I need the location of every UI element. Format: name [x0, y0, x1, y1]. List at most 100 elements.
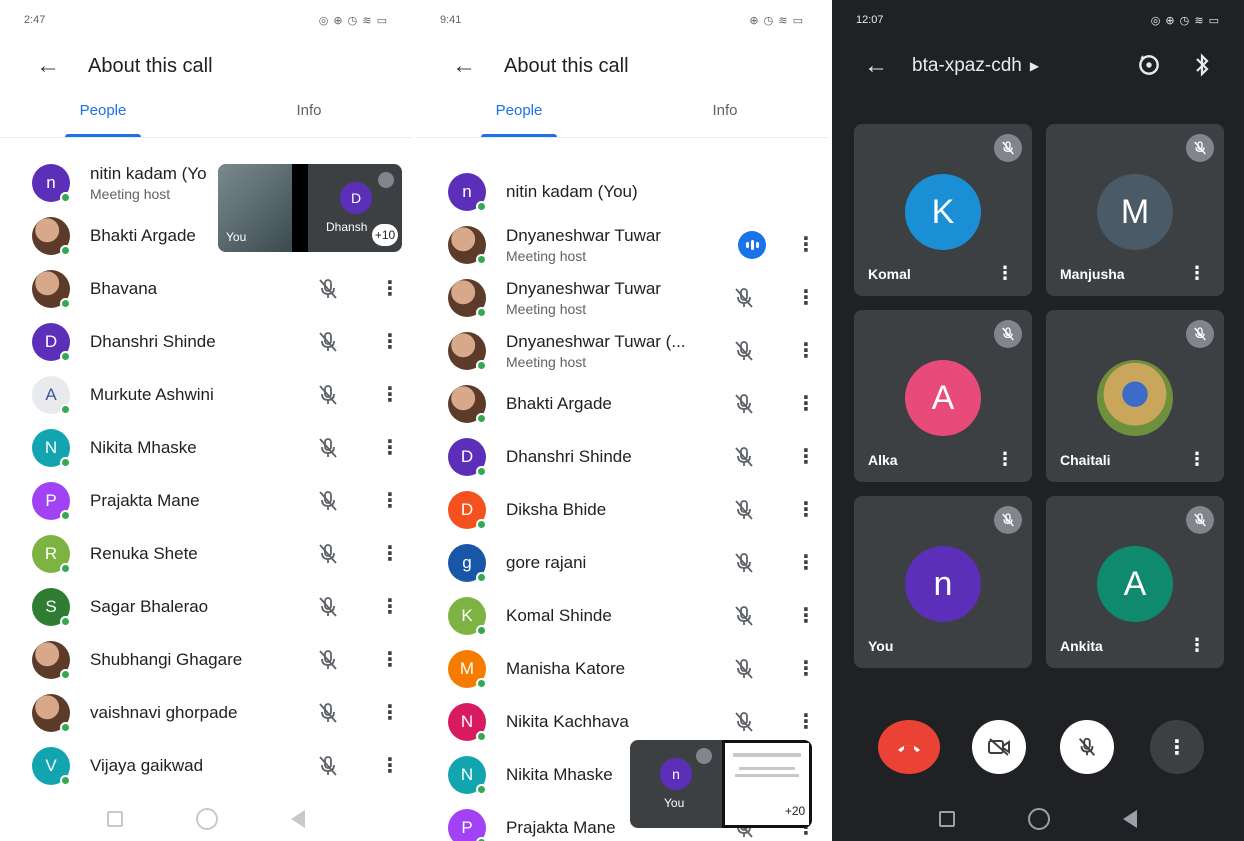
camera-toggle-button[interactable] — [972, 720, 1026, 774]
mic-off-icon[interactable] — [732, 286, 756, 310]
mic-off-icon[interactable] — [732, 445, 756, 469]
more-options-icon[interactable]: ⋮ — [380, 650, 400, 670]
switch-camera-icon[interactable] — [1136, 52, 1162, 78]
participant-tile[interactable]: Chaitali ⋮ — [1046, 310, 1224, 482]
avatar-initial: g — [462, 552, 472, 572]
bluetooth-icon[interactable] — [1192, 53, 1212, 77]
tab-people[interactable]: People — [0, 92, 206, 137]
picture-in-picture[interactable]: n You +20 — [630, 740, 812, 828]
avatar-initial: N — [460, 764, 474, 784]
tab-people[interactable]: People — [416, 92, 622, 137]
tab-info[interactable]: Info — [622, 92, 828, 137]
mic-off-icon[interactable] — [732, 710, 756, 734]
more-options-icon[interactable]: ⋮ — [380, 597, 400, 617]
mic-off-icon[interactable] — [316, 754, 340, 778]
more-options-icon[interactable]: ⋮ — [380, 491, 400, 511]
avatar: N — [448, 755, 487, 795]
mic-off-icon[interactable] — [316, 595, 340, 619]
participant-row[interactable]: Shubhangi Ghagare ⋮ — [0, 633, 412, 686]
participant-row[interactable]: V Vijaya gaikwad ⋮ — [0, 739, 412, 792]
participant-row[interactable]: D Dhanshri Shinde ⋮ — [416, 430, 828, 483]
participant-tile[interactable]: K Komal ⋮ — [854, 124, 1032, 296]
tab-bar: People Info — [416, 92, 828, 138]
mic-off-icon[interactable] — [316, 648, 340, 672]
back-arrow-icon[interactable]: ← — [452, 52, 504, 80]
back-nav-icon[interactable] — [291, 810, 306, 828]
more-options-icon[interactable]: ⋮ — [380, 385, 400, 405]
pip-participant-label: Dhansh — [326, 220, 368, 234]
participant-row[interactable]: Bhakti Argade ⋮ — [416, 377, 828, 430]
back-nav-icon[interactable] — [1123, 810, 1138, 828]
more-options-icon[interactable]: ⋮ — [380, 544, 400, 564]
more-options-button[interactable]: ⋮ — [1150, 720, 1204, 774]
participant-row[interactable]: g gore rajani ⋮ — [416, 536, 828, 589]
tile-avatar — [1097, 360, 1173, 436]
mic-off-icon[interactable] — [732, 339, 756, 363]
tile-more-icon[interactable]: ⋮ — [996, 263, 1014, 284]
participant-row[interactable]: A Murkute Ashwini ⋮ — [0, 368, 412, 421]
participant-row[interactable]: M Manisha Katore ⋮ — [416, 642, 828, 695]
more-options-icon[interactable]: ⋮ — [380, 703, 400, 723]
participant-row[interactable]: R Renuka Shete ⋮ — [0, 527, 412, 580]
participant-row[interactable]: Bhavana ⋮ — [0, 262, 412, 315]
mic-off-icon[interactable] — [732, 551, 756, 575]
participant-tile[interactable]: A Alka ⋮ — [854, 310, 1032, 482]
recents-icon[interactable] — [938, 811, 955, 827]
participant-tile[interactable]: M Manjusha ⋮ — [1046, 124, 1224, 296]
more-options-icon[interactable]: ⋮ — [380, 756, 400, 776]
tile-more-icon[interactable]: ⋮ — [996, 449, 1014, 470]
participant-row[interactable]: n nitin kadam (You) — [416, 165, 828, 218]
more-options-icon[interactable]: ⋮ — [796, 235, 816, 255]
more-options-icon[interactable]: ⋮ — [796, 659, 816, 679]
participant-tile[interactable]: n You — [854, 496, 1032, 668]
microphone-toggle-button[interactable] — [1060, 720, 1114, 774]
picture-in-picture[interactable]: You D Dhansh +10 — [218, 164, 402, 252]
mic-off-icon[interactable] — [316, 383, 340, 407]
more-options-icon[interactable]: ⋮ — [796, 341, 816, 361]
more-options-icon[interactable]: ⋮ — [796, 500, 816, 520]
participant-row[interactable]: Dnyaneshwar Tuwar Meeting host ⋮ — [416, 271, 828, 324]
mic-off-icon[interactable] — [316, 277, 340, 301]
recents-icon[interactable] — [106, 811, 123, 827]
tile-more-icon[interactable]: ⋮ — [1188, 263, 1206, 284]
more-options-icon[interactable]: ⋮ — [796, 606, 816, 626]
mic-off-icon[interactable] — [316, 330, 340, 354]
participant-row[interactable]: D Diksha Bhide ⋮ — [416, 483, 828, 536]
participant-row[interactable]: P Prajakta Mane ⋮ — [0, 474, 412, 527]
end-call-button[interactable] — [878, 720, 940, 774]
caret-right-icon[interactable]: ▶ — [1030, 59, 1039, 73]
home-icon[interactable] — [1027, 808, 1050, 830]
more-options-icon[interactable]: ⋮ — [796, 712, 816, 732]
participant-row[interactable]: N Nikita Mhaske ⋮ — [0, 421, 412, 474]
more-options-icon[interactable]: ⋮ — [796, 288, 816, 308]
participant-row[interactable]: vaishnavi ghorpade ⋮ — [0, 686, 412, 739]
tab-info[interactable]: Info — [206, 92, 412, 137]
participant-tile[interactable]: A Ankita ⋮ — [1046, 496, 1224, 668]
more-options-icon[interactable]: ⋮ — [380, 332, 400, 352]
participant-row[interactable]: K Komal Shinde ⋮ — [416, 589, 828, 642]
participant-name: nitin kadam (You) — [506, 181, 638, 201]
more-options-icon[interactable]: ⋮ — [380, 279, 400, 299]
mic-off-icon[interactable] — [732, 657, 756, 681]
mic-off-icon[interactable] — [732, 604, 756, 628]
mic-off-icon[interactable] — [732, 498, 756, 522]
mic-off-icon[interactable] — [316, 489, 340, 513]
more-options-icon[interactable]: ⋮ — [796, 394, 816, 414]
participant-row[interactable]: Dnyaneshwar Tuwar Meeting host ⋮ — [416, 218, 828, 271]
more-options-icon[interactable]: ⋮ — [796, 553, 816, 573]
more-options-icon[interactable]: ⋮ — [380, 438, 400, 458]
participant-row[interactable]: S Sagar Bhalerao ⋮ — [0, 580, 412, 633]
tile-more-icon[interactable]: ⋮ — [1188, 635, 1206, 656]
home-icon[interactable] — [195, 808, 218, 830]
back-arrow-icon[interactable]: ← — [864, 52, 912, 80]
mic-off-icon[interactable] — [316, 701, 340, 725]
participant-row[interactable]: Dnyaneshwar Tuwar (... Meeting host ⋮ — [416, 324, 828, 377]
mic-off-icon[interactable] — [316, 542, 340, 566]
participant-row[interactable]: D Dhanshri Shinde ⋮ — [0, 315, 412, 368]
mic-off-icon[interactable] — [732, 392, 756, 416]
back-arrow-icon[interactable]: ← — [36, 52, 88, 80]
more-options-icon[interactable]: ⋮ — [796, 447, 816, 467]
mic-off-icon[interactable] — [316, 436, 340, 460]
meeting-code[interactable]: bta-xpaz-cdh — [912, 55, 1022, 77]
tile-more-icon[interactable]: ⋮ — [1188, 449, 1206, 470]
